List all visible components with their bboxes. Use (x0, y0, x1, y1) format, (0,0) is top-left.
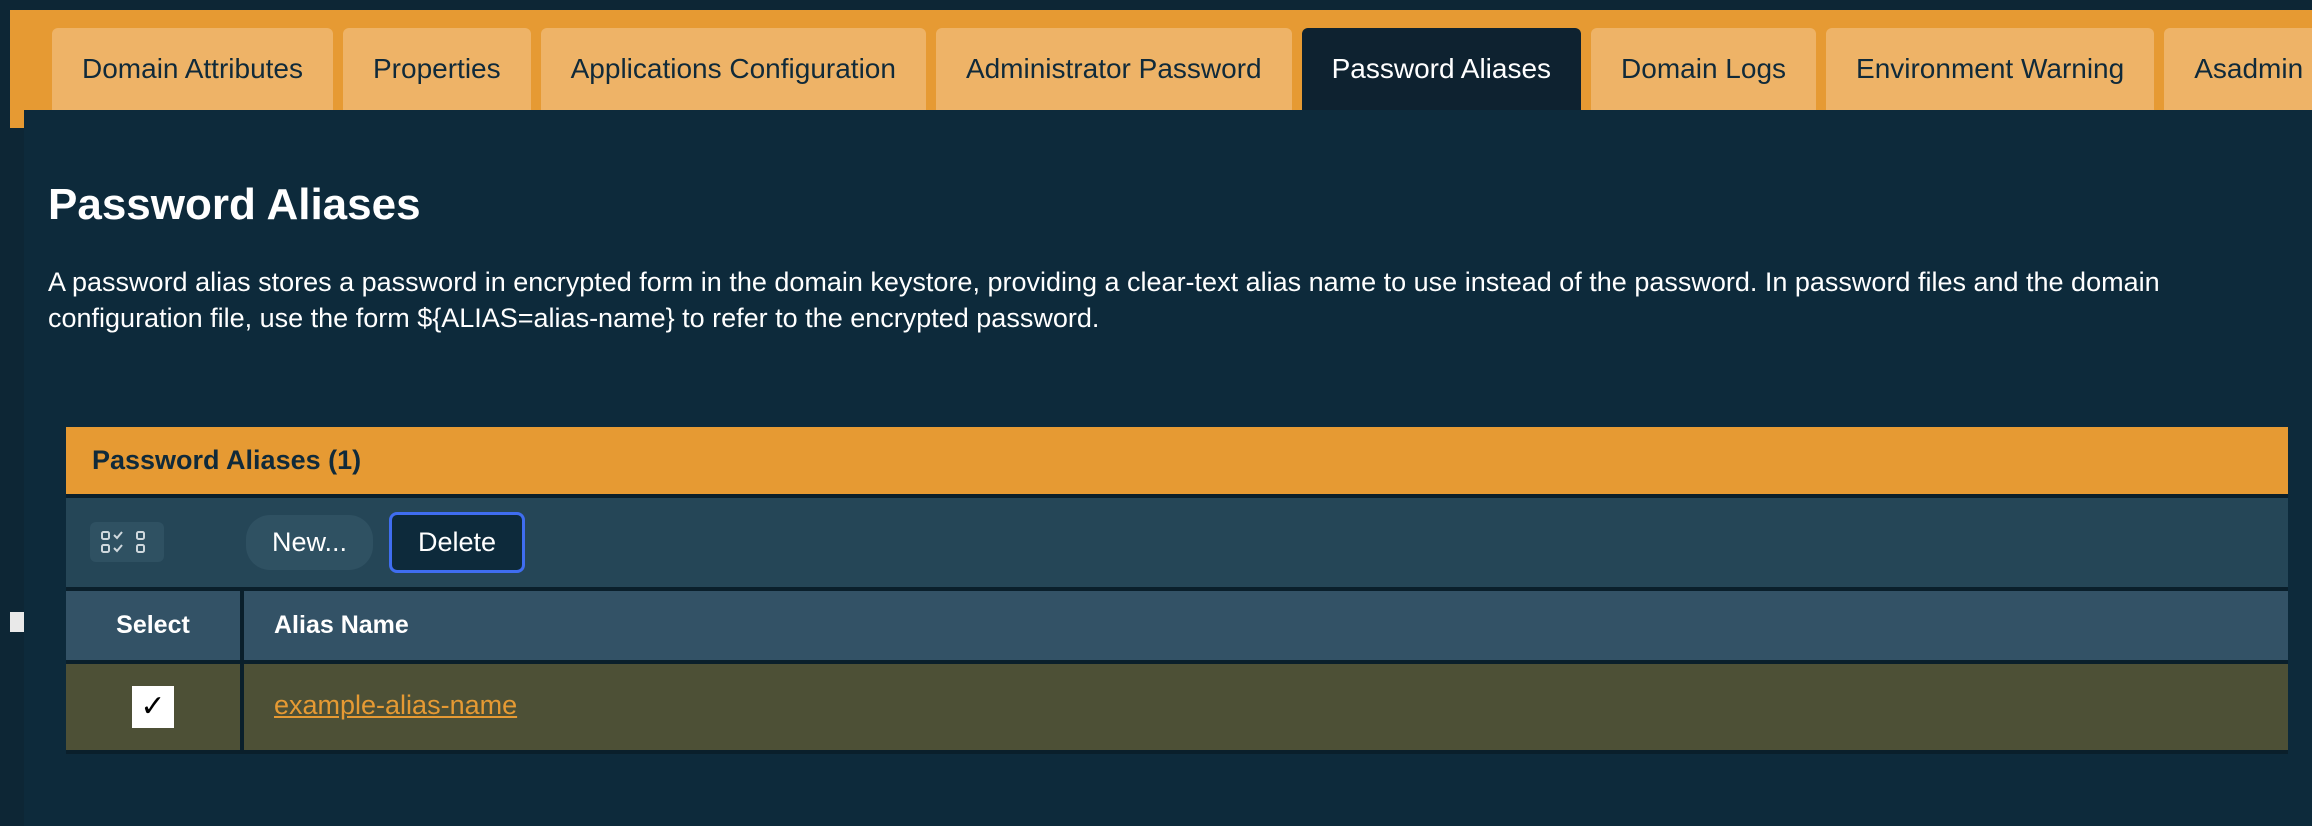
new-button[interactable]: New... (246, 515, 373, 570)
tab-domain-logs[interactable]: Domain Logs (1591, 28, 1816, 110)
row-alias-cell: example-alias-name (244, 664, 2288, 750)
table-column-headers: Select Alias Name (66, 591, 2288, 664)
tab-asadmin-recorder[interactable]: Asadmin Recorder (2164, 28, 2312, 110)
selection-toolbar (90, 522, 164, 562)
tab-domain-attributes[interactable]: Domain Attributes (52, 28, 333, 110)
select-all-icon[interactable] (100, 530, 124, 554)
tab-administrator-password[interactable]: Administrator Password (936, 28, 1292, 110)
column-header-select[interactable]: Select (66, 591, 244, 660)
decorative-sliver (10, 110, 24, 128)
top-tab-bar: Domain AttributesPropertiesApplications … (10, 10, 2312, 110)
row-checkbox[interactable]: ✓ (132, 686, 174, 728)
delete-button[interactable]: Delete (389, 512, 525, 573)
table-row: ✓ example-alias-name (66, 664, 2288, 754)
row-select-cell: ✓ (66, 664, 244, 750)
tab-environment-warning[interactable]: Environment Warning (1826, 28, 2154, 110)
password-aliases-table: Password Aliases (1) (66, 427, 2288, 754)
deselect-all-icon[interactable] (134, 530, 154, 554)
page-title: Password Aliases (48, 180, 2288, 230)
decorative-notch (10, 612, 24, 632)
page-description: A password alias stores a password in en… (48, 264, 2288, 337)
tab-password-aliases[interactable]: Password Aliases (1302, 28, 1581, 110)
table-action-bar: New... Delete (66, 498, 2288, 591)
table-title-bar: Password Aliases (1) (66, 427, 2288, 498)
alias-link[interactable]: example-alias-name (274, 690, 517, 720)
column-header-alias[interactable]: Alias Name (244, 591, 2288, 660)
tab-applications-configuration[interactable]: Applications Configuration (541, 28, 926, 110)
main-content: Password Aliases A password alias stores… (24, 110, 2312, 826)
tab-properties[interactable]: Properties (343, 28, 531, 110)
